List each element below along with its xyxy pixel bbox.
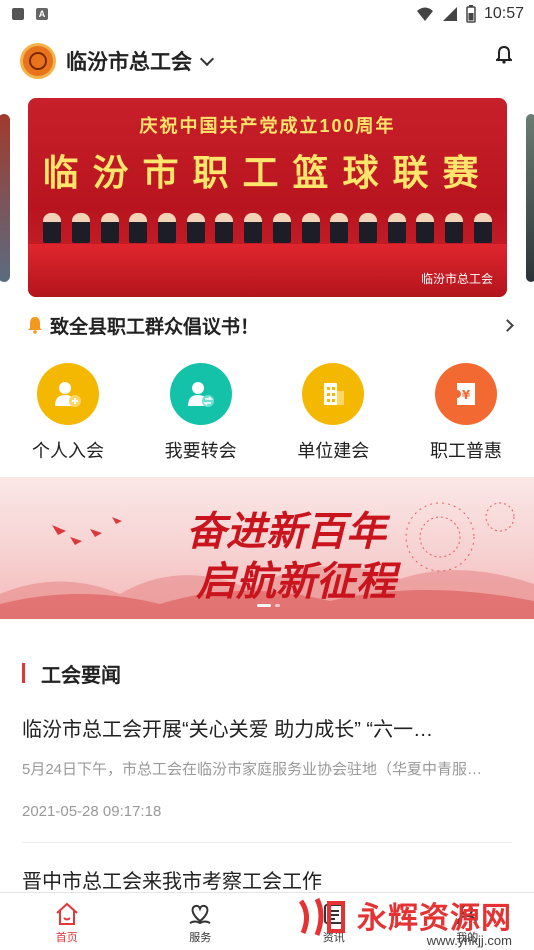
tab-service[interactable]: 服务: [134, 893, 268, 950]
news-title: 临汾市总工会开展“关心关爱 助力成长” “六一…: [22, 719, 434, 741]
banner-main-text: 临汾市职工篮球联赛: [42, 152, 493, 194]
banner-image[interactable]: 庆祝中国共产党成立100周年 临汾市职工篮球联赛 临汾市总工会: [28, 98, 507, 297]
tab-service-label: 服务: [189, 931, 212, 944]
watermark-logo: [298, 897, 345, 936]
signal-icon: [442, 7, 457, 21]
bell-icon[interactable]: [496, 46, 512, 64]
news-item[interactable]: 临汾市总工会开展“关心关爱 助力成长” “六一… 5月24日下午，市总工会在临汾…: [0, 713, 534, 820]
bell-notice-icon: [28, 317, 42, 334]
notice-text: 致全县职工群众倡议书！: [50, 316, 260, 338]
svg-text:¥: ¥: [462, 388, 471, 402]
banner-carousel[interactable]: 庆祝中国共产党成立100周年 临汾市职工篮球联赛 临汾市总工会: [0, 98, 534, 303]
news-date: 2021-05-28 09:17:18: [22, 803, 162, 820]
prev-banner-card[interactable]: [0, 114, 10, 282]
section-accent-bar: [22, 663, 25, 683]
tab-home-label: 首页: [55, 931, 78, 944]
notice-bar[interactable]: 致全县职工群众倡议书！: [0, 303, 534, 347]
status-bar: A 10:57: [0, 0, 534, 28]
wifi-icon: [416, 7, 433, 21]
quick-benefit[interactable]: ¥ 职工普惠: [426, 363, 506, 477]
banner-people: [28, 213, 507, 245]
next-banner-card[interactable]: [526, 114, 534, 282]
banner-top-text: 庆祝中国共产党成立100周年: [139, 116, 396, 136]
org-title[interactable]: 临汾市总工会: [66, 46, 192, 76]
watermark-url: www.yhkjj.com: [426, 933, 512, 948]
person-add-icon: [37, 363, 99, 425]
app-header: 临汾市总工会: [0, 28, 534, 94]
quick-build-label: 单位建会: [297, 441, 370, 461]
chevron-down-icon[interactable]: [199, 51, 215, 66]
site-watermark: 永辉资源网 www.yhkjj.com: [298, 893, 512, 948]
promo-line-2: 启航新征程: [196, 558, 396, 605]
home-icon: [56, 902, 78, 925]
chevron-right-icon: [501, 318, 514, 332]
indicator-dot-active: [257, 604, 271, 607]
quick-transfer-label: 我要转会: [164, 441, 237, 461]
quick-build[interactable]: 单位建会: [293, 363, 373, 477]
coupon-icon: ¥: [434, 363, 497, 425]
quick-benefit-label: 职工普惠: [429, 441, 502, 461]
building-icon: [302, 363, 365, 425]
union-logo: [20, 43, 56, 79]
news-summary: 5月24日下午，市总工会在临汾市家庭服务业协会驻地（华夏中青服…: [22, 761, 483, 778]
heart-hand-icon: [189, 904, 211, 924]
quick-join[interactable]: 个人入会: [28, 363, 108, 477]
quick-join-label: 个人入会: [32, 441, 104, 461]
quick-transfer[interactable]: 我要转会: [161, 363, 241, 477]
promo-banner[interactable]: 奋进新百年 启航新征程: [0, 477, 534, 619]
news-section-title: 工会要闻: [41, 664, 121, 687]
quick-entries: 个人入会 我要转会 单位建会 ¥ 职工普惠: [0, 347, 534, 477]
news-section-header: 工会要闻: [0, 619, 534, 697]
news-divider: [22, 842, 512, 843]
app-a-icon: A: [36, 8, 48, 20]
message-icon: [12, 8, 24, 20]
watermark-title: 永辉资源网: [357, 902, 512, 935]
banner-watermark: 临汾市总工会: [420, 272, 493, 286]
indicator-dot: [275, 604, 280, 607]
status-icons-left: A: [12, 8, 48, 20]
status-icons-right: 10:57: [416, 5, 524, 23]
battery-icon: [466, 5, 476, 23]
news-title-second[interactable]: 晋中市总工会来我市考察工会工作: [0, 865, 534, 894]
tab-home[interactable]: 首页: [0, 893, 134, 950]
clock: 10:57: [483, 5, 524, 22]
carousel-indicator: [257, 604, 280, 607]
person-transfer-icon: [169, 363, 232, 425]
